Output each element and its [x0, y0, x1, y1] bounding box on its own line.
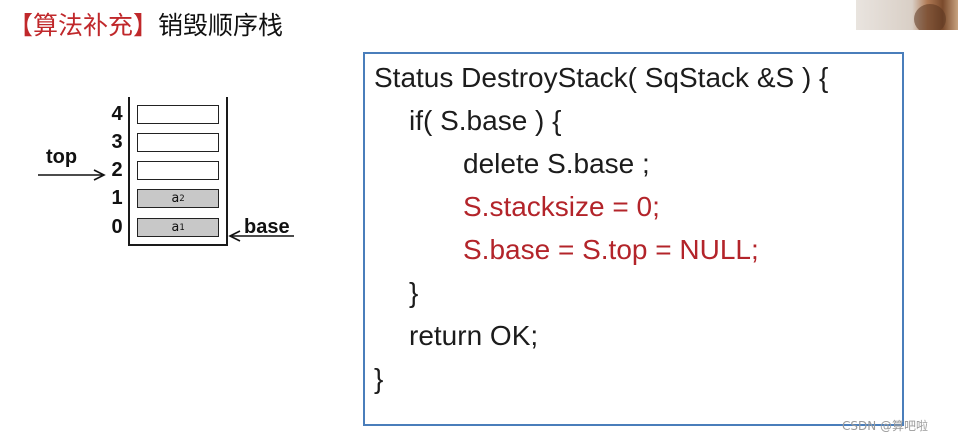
- index-label-1: 1: [111, 187, 123, 209]
- code-line: Status DestroyStack( SqStack &S ) {: [374, 62, 829, 93]
- stack-left-wall: [128, 97, 130, 245]
- watermark: CSDN @算吧啦: [842, 419, 929, 433]
- index-label-0: 0: [111, 216, 123, 238]
- code-line: delete S.base ;: [463, 148, 650, 179]
- code-block: Status DestroyStack( SqStack &S ) { if( …: [363, 52, 904, 426]
- webcam-thumbnail: [856, 0, 958, 30]
- cell-value: a1: [171, 220, 185, 235]
- code-line: }: [374, 363, 384, 394]
- cell-value: [138, 162, 218, 179]
- stack-cell-2: [137, 161, 219, 180]
- cell-value: [138, 106, 218, 123]
- stack-cell-3: [137, 133, 219, 152]
- stack-diagram: a2 a1 4 3 2 1 0 top base: [0, 0, 320, 300]
- stack-cell-4: [137, 105, 219, 124]
- top-arrow-icon: [38, 169, 106, 181]
- code-line-highlighted: S.base = S.top = NULL;: [463, 234, 759, 265]
- code-line-highlighted: S.stacksize = 0;: [463, 191, 660, 222]
- code-line: return OK;: [409, 320, 539, 351]
- top-label: top: [46, 146, 78, 168]
- cell-value: [138, 134, 218, 151]
- stack-cell-0: a1: [137, 218, 219, 237]
- stack-cell-1: a2: [137, 189, 219, 208]
- base-label: base: [244, 216, 290, 238]
- code-line: }: [409, 277, 419, 308]
- index-label-2: 2: [111, 159, 123, 181]
- cell-value: a2: [171, 191, 185, 206]
- code-line: if( S.base ) {: [409, 105, 562, 136]
- stack-right-wall: [226, 97, 228, 245]
- index-label-3: 3: [111, 131, 123, 153]
- index-label-4: 4: [111, 103, 123, 125]
- stack-bottom-wall: [128, 244, 228, 246]
